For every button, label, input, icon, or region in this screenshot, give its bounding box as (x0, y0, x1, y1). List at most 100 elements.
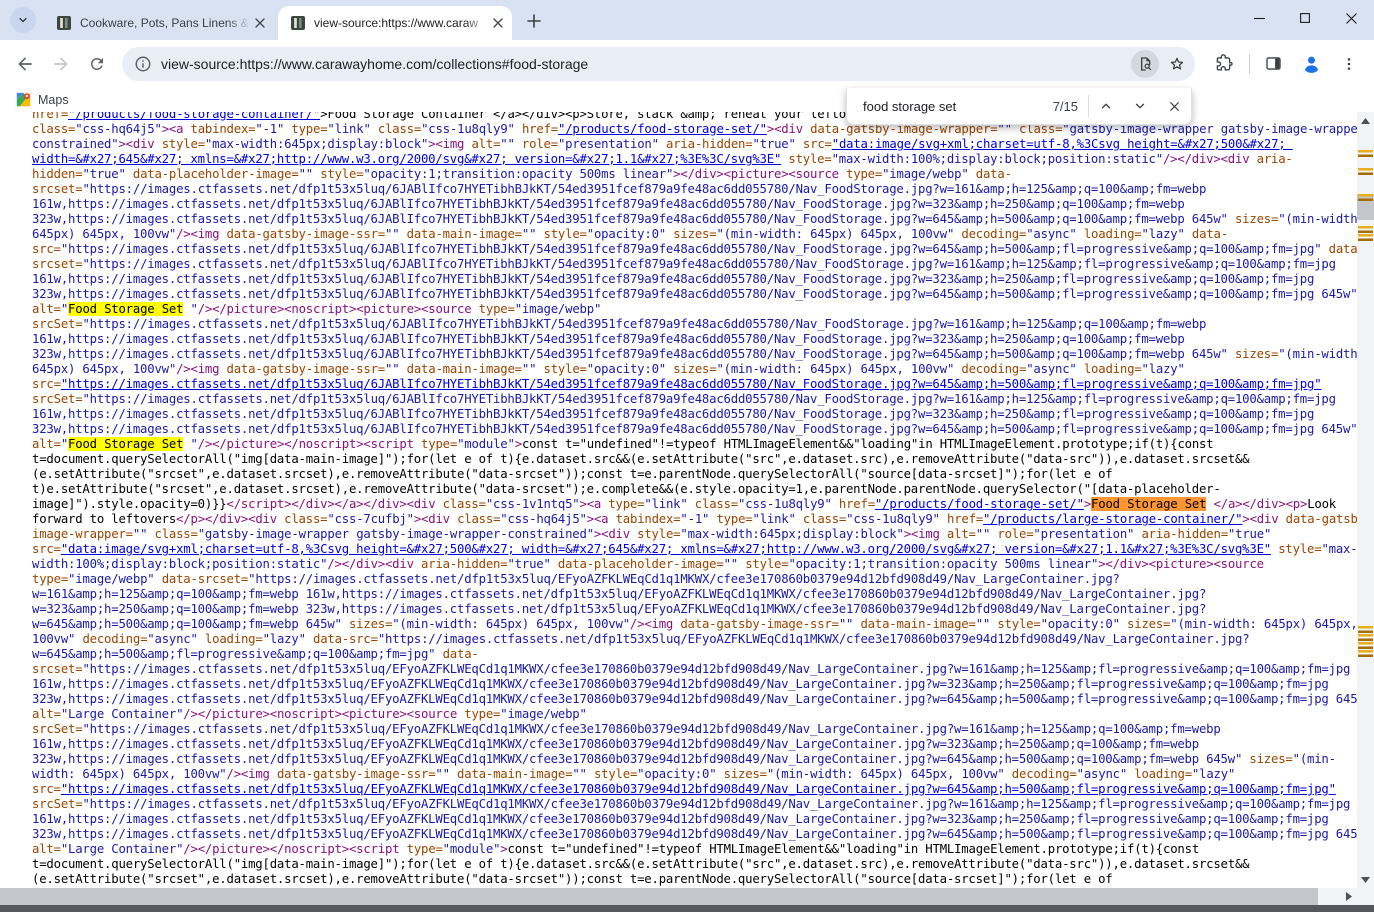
source-segment: sizes= (342, 617, 392, 631)
source-segment: forward to leftovers (32, 512, 176, 526)
source-segment: </script></div></a></div><div (227, 497, 436, 511)
scrollbar-corner (1357, 888, 1374, 905)
source-segment: href= (940, 512, 983, 526)
source-segment: data-gatsby- (1278, 512, 1357, 526)
source-line: 161w,https://images.ctfassets.net/dfp1t5… (32, 407, 1357, 422)
source-link[interactable]: "https://images.ctfassets.net/dfp1t53x5l… (61, 377, 1322, 391)
tab-view-source[interactable]: view-source:https://www.caraw (278, 6, 512, 40)
tab-close-icon[interactable] (489, 15, 506, 32)
source-segment: w=645&amp;h=500&amp;fl=progressive&amp;q… (32, 647, 435, 661)
vertical-scrollbar[interactable] (1357, 112, 1374, 888)
window-bottom-edge (0, 905, 1374, 912)
source-line: 161w,https://images.ctfassets.net/dfp1t5… (32, 737, 1357, 752)
find-match-marker (1358, 150, 1373, 157)
source-segment: aria-hidden= (1134, 527, 1228, 541)
new-tab-button[interactable] (522, 9, 546, 33)
source-line: src="https://images.ctfassets.net/dfp1t5… (32, 377, 1357, 392)
bookmark-maps[interactable]: Maps (16, 92, 69, 107)
source-link[interactable]: "https://images.ctfassets.net/dfp1t53x5l… (61, 782, 1336, 796)
source-link[interactable]: "data:image/svg+xml;charset=utf-8,%3Csvg… (832, 137, 1293, 151)
source-link[interactable]: "/products/food-storage-set/" (558, 122, 767, 136)
source-segment: "opacity:0" (587, 362, 666, 376)
source-segment: aria-hidden= (659, 137, 753, 151)
source-segment: ><div (414, 512, 450, 526)
source-segment: const t="undefined"!=typeof HTMLImageEle… (508, 842, 1200, 856)
source-segment: "css-hq64j5" (500, 512, 586, 526)
horizontal-scrollbar[interactable] (0, 888, 1357, 905)
find-match-marker (1358, 234, 1373, 241)
find-previous-button[interactable] (1089, 91, 1123, 122)
scroll-right-arrow-icon[interactable] (1340, 888, 1357, 905)
source-segment: style= (1271, 542, 1321, 556)
kebab-menu-icon (1341, 56, 1357, 72)
reload-button[interactable] (82, 49, 112, 79)
source-segment: "opacity:0" (637, 767, 716, 781)
source-line: 323w,https://images.ctfassets.net/dfp1t5… (32, 212, 1357, 227)
profile-button[interactable] (1296, 49, 1326, 79)
source-segment: style= (313, 167, 363, 181)
find-close-button[interactable] (1157, 91, 1191, 122)
source-segment: "https://images.ctfassets.net/dfp1t53x5l… (82, 797, 1350, 811)
source-segment: style= (587, 767, 637, 781)
source-segment: alt= (32, 437, 61, 451)
source-segment: 323w,https://images.ctfassets.net/dfp1t5… (32, 827, 1357, 841)
source-segment: t=document.querySelectorAll("img[data-ma… (32, 452, 1249, 466)
menu-button[interactable] (1334, 49, 1364, 79)
bookmark-star-button[interactable] (1163, 50, 1191, 78)
extensions-button[interactable] (1209, 49, 1239, 79)
tab-search-button[interactable] (10, 7, 36, 33)
minimize-button[interactable] (1236, 0, 1282, 36)
scroll-up-arrow-icon[interactable] (1357, 113, 1374, 128)
source-segment: "presentation" (1033, 527, 1134, 541)
source-segment: "image/webp" (500, 707, 586, 721)
tab-close-icon[interactable] (251, 15, 268, 32)
source-segment: style= (990, 617, 1040, 631)
info-icon[interactable] (134, 55, 152, 73)
source-line: alt="Food Storage Set "/></picture><nosc… (32, 302, 1357, 317)
source-line: 161w,https://images.ctfassets.net/dfp1t5… (32, 332, 1357, 347)
source-segment: /><img (176, 227, 219, 241)
source-segment: "" (299, 167, 313, 181)
tab-cookware[interactable]: Cookware, Pots, Pans Linens & A (44, 6, 274, 40)
source-segment: 161w,https://images.ctfassets.net/dfp1t5… (32, 272, 1314, 286)
source-link[interactable]: width=&#x27;645&#x27; xmlns=&#x27;http:/… (32, 152, 781, 166)
source-line: 100vw" decoding="async" loading="lazy" d… (32, 632, 1357, 647)
source-link[interactable]: "data:image/svg+xml;charset=utf-8,%3Csvg… (61, 542, 1271, 556)
source-segment: "" (133, 527, 147, 541)
source-link[interactable]: "/products/large-storage-container/" (983, 512, 1242, 526)
side-panel-button[interactable] (1258, 49, 1288, 79)
source-segment: image]").style.opacity=0)}} (32, 497, 227, 511)
find-next-button[interactable] (1123, 91, 1157, 122)
source-segment: class= (796, 512, 846, 526)
source-segment: ><div (767, 122, 803, 136)
forward-button[interactable] (46, 49, 76, 79)
source-segment: 161w,https://images.ctfassets.net/dfp1t5… (32, 197, 1185, 211)
source-segment: type= (414, 437, 457, 451)
find-input[interactable] (861, 98, 1047, 115)
source-segment: class= (688, 497, 738, 511)
source-segment: t)e.setAttribute("srcset",e.dataset.srcs… (32, 482, 1221, 496)
horizontal-scroll-thumb[interactable] (0, 888, 1318, 905)
chevron-down-icon (17, 14, 29, 26)
maximize-button[interactable] (1282, 0, 1328, 36)
source-segment: "" (839, 617, 853, 631)
source-link[interactable]: "/products/food-storage-set/" (875, 497, 1084, 511)
source-segment: srcset= (32, 662, 82, 676)
source-link[interactable]: "/products/food-storage-container/" (68, 112, 320, 121)
find-highlight: Food Storage Set (68, 302, 183, 316)
address-bar[interactable]: view-source:https://www.carawayhome.com/… (122, 47, 1195, 81)
source-line: 645px) 645px, 100vw"/><img data-gatsby-i… (32, 227, 1357, 242)
find-match-marker (1358, 194, 1373, 201)
source-segment: src= (32, 377, 61, 391)
back-button[interactable] (10, 49, 40, 79)
source-segment: loading= (1077, 362, 1142, 376)
find-in-page-button[interactable] (1131, 50, 1159, 78)
source-segment: sizes= (666, 362, 716, 376)
source-segment: 323w,https://images.ctfassets.net/dfp1t5… (32, 422, 1357, 436)
close-button[interactable] (1328, 0, 1374, 36)
source-segment: "link" (644, 497, 687, 511)
source-segment: "-1" (255, 122, 284, 136)
source-line: srcset="https://images.ctfassets.net/dfp… (32, 257, 1357, 272)
source-segment: 323w,https://images.ctfassets.net/dfp1t5… (32, 752, 1242, 766)
scroll-down-arrow-icon[interactable] (1357, 872, 1374, 887)
